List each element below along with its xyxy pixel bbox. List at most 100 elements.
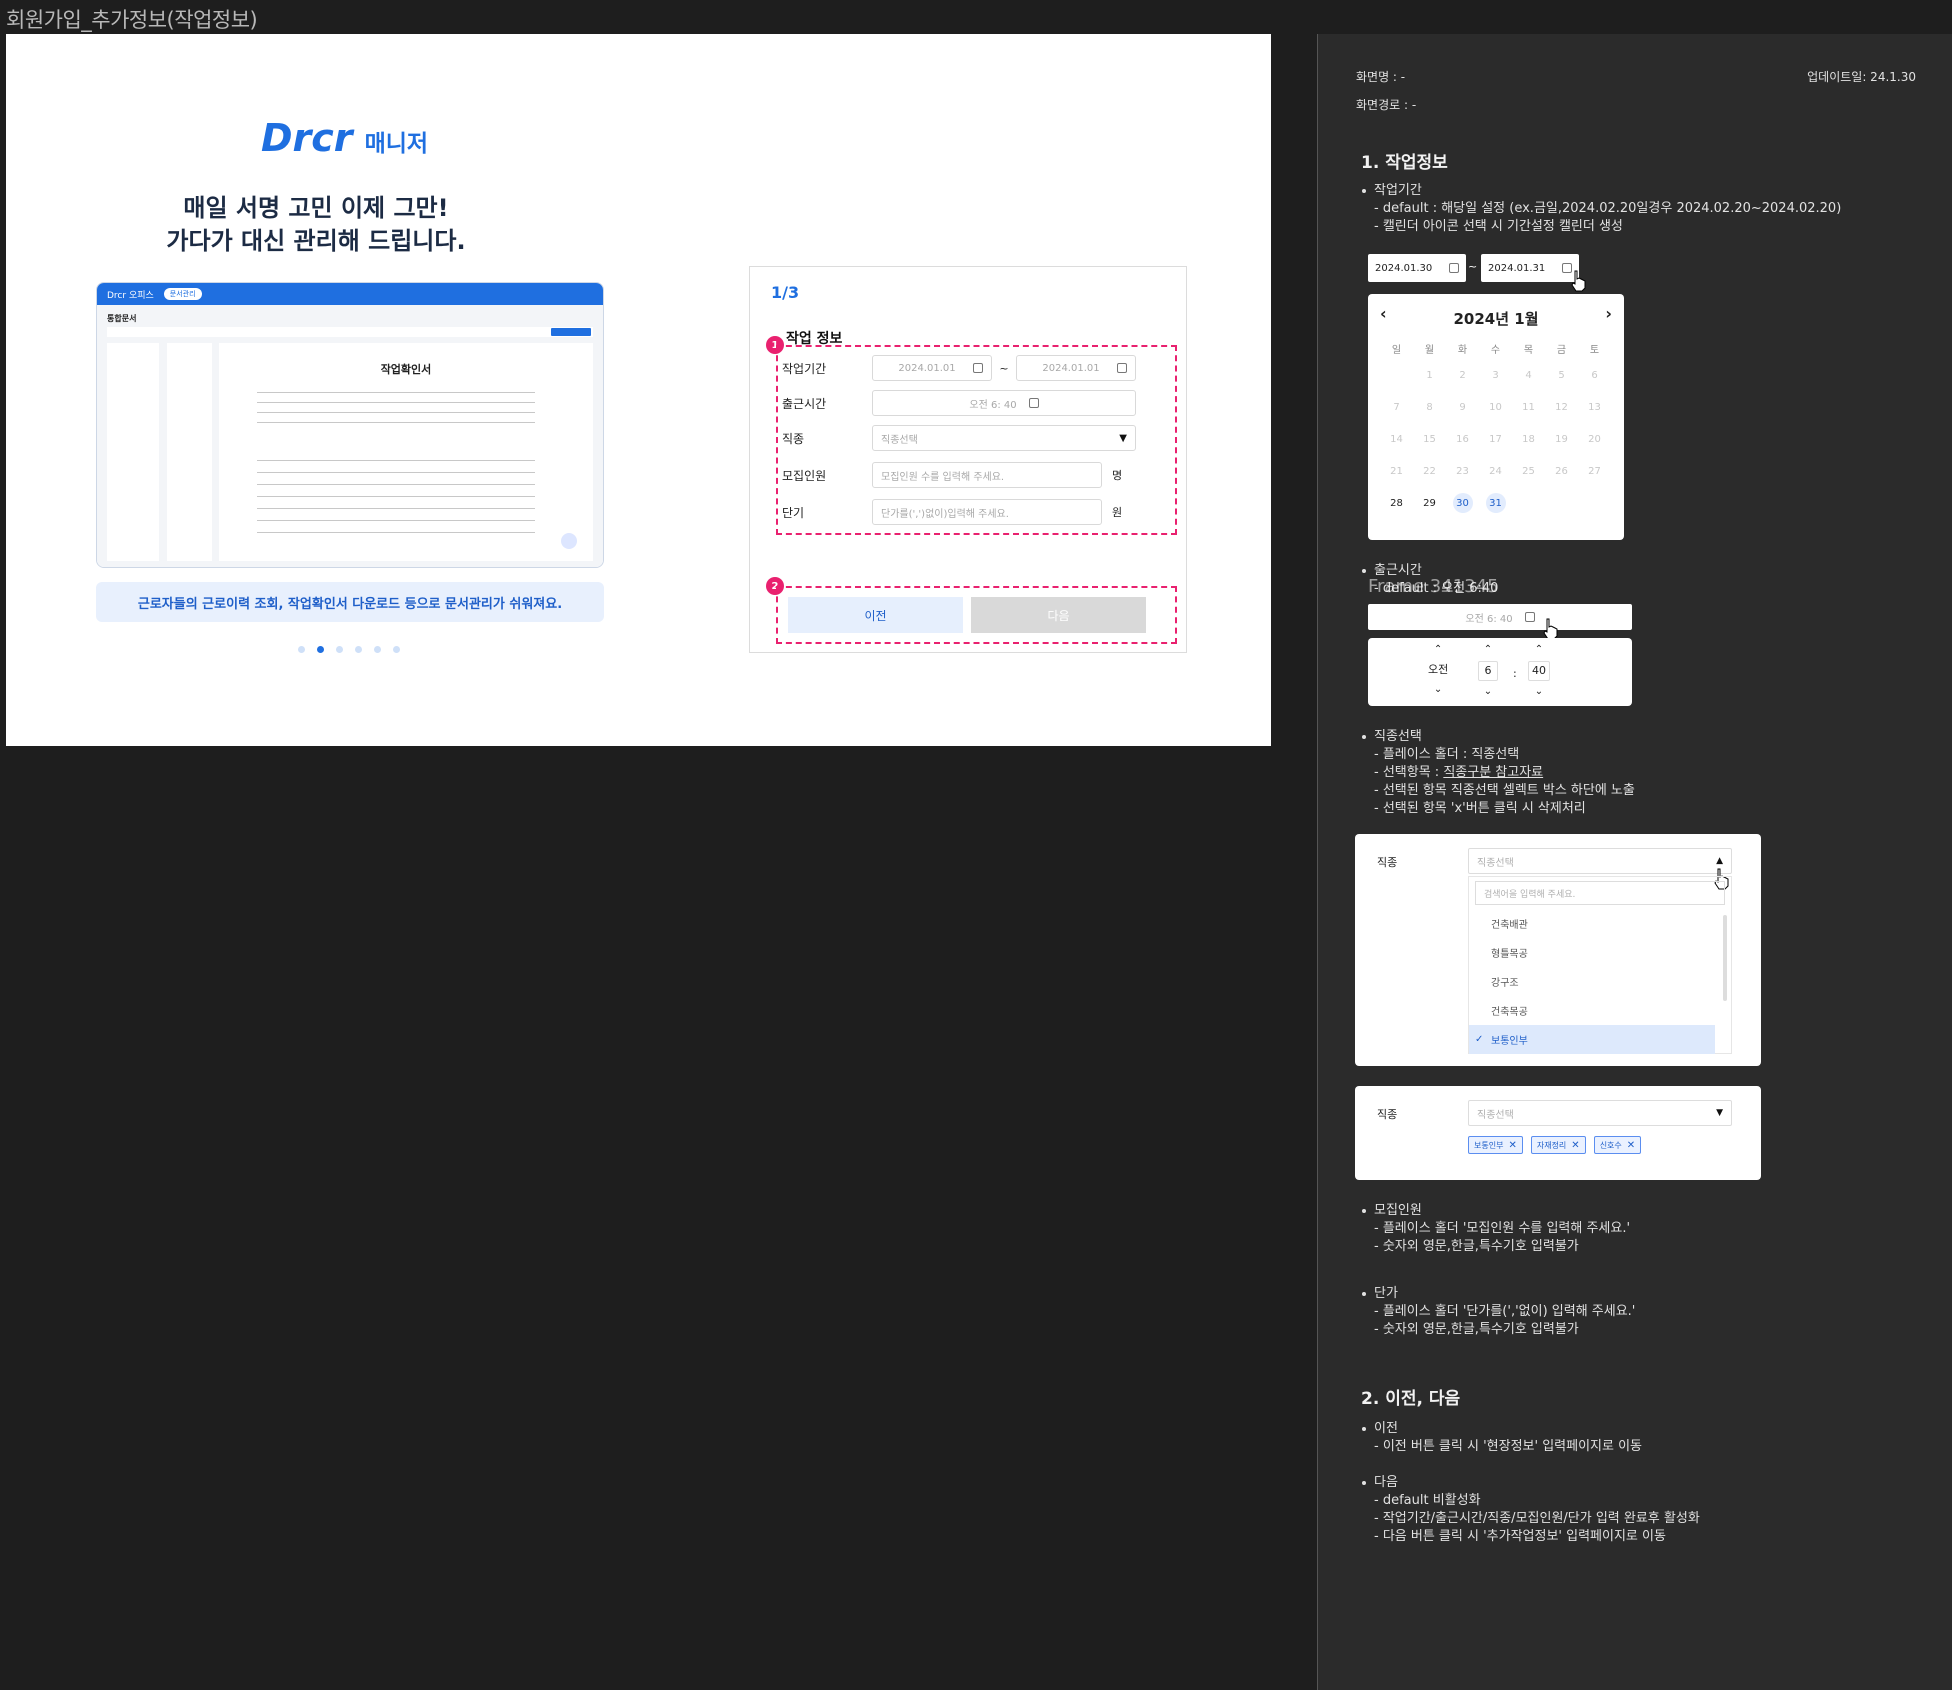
job-select[interactable]: 직종선택 ▼ [872,425,1136,451]
calendar-weekday: 일 [1391,344,1402,356]
calendar-day[interactable]: 19 [1545,424,1578,454]
calendar-day[interactable]: 3 [1479,360,1512,390]
calendar-day[interactable]: 16 [1446,424,1479,454]
calendar-day[interactable]: 12 [1545,392,1578,422]
dropdown-arrow-icon: ▼ [1119,432,1127,444]
job-option[interactable]: 건축배관 [1469,909,1715,938]
spec-date-to-input[interactable]: 2024.01.31 [1481,254,1579,282]
calendar-day[interactable]: 21 [1380,456,1413,486]
next-button[interactable]: 다음 [971,597,1146,633]
frame-title: 회원가입_추가정보(작업정보) [6,8,258,32]
job-dropdown-example: 직종 직종선택 ▲ 검색어을 입력해 주세요. 건축배관 형틀목공 강구조 건축목공 ✓ 보… [1355,834,1761,1066]
remove-chip-icon[interactable]: ✕ [1508,1140,1516,1151]
dropdown-arrow-icon: ▼ [1716,1108,1723,1118]
calendar-day-selected[interactable]: 30 [1452,493,1473,513]
calendar-day[interactable]: 24 [1479,456,1512,486]
job-search-input[interactable]: 검색어을 입력해 주세요. [1475,881,1725,905]
job-options-panel: 검색어을 입력해 주세요. 건축배관 형틀목공 강구조 건축목공 ✓ 보통인부 [1468,876,1732,1054]
spec-date-from-input[interactable]: 2024.01.30 [1368,254,1466,282]
calendar-weekday: 화 [1457,344,1468,356]
job-option-selected[interactable]: ✓ 보통인부 [1469,1025,1715,1054]
calendar-day[interactable]: 29 [1413,488,1446,518]
calendar-day[interactable]: 14 [1380,424,1413,454]
prev-button[interactable]: 이전 [788,597,963,633]
calendar-weekday: 토 [1589,344,1600,356]
preview-sidebar [107,343,159,561]
screen-path: 화면경로 : - [1356,98,1417,112]
calendar-day[interactable]: 9 [1446,392,1479,422]
calendar-next-icon[interactable]: › [1605,304,1612,323]
clock-calendar-icon[interactable] [1524,612,1535,622]
remove-chip-icon[interactable]: ✕ [1627,1140,1635,1151]
calendar-day[interactable]: 23 [1446,456,1479,486]
preview-body: 통합문서 작업확인서 [97,305,603,567]
recruit-label: 모집인원 [782,468,827,483]
calendar-day[interactable]: 11 [1512,392,1545,422]
calendar-day[interactable]: 26 [1545,456,1578,486]
price-input[interactable]: 단가를(',')없이)입력해 주세요. [872,499,1102,525]
calendar-day-selected[interactable]: 31 [1485,493,1506,513]
calendar-day[interactable]: 2 [1446,360,1479,390]
hour-spinner[interactable]: ⌃ 6 ⌄ [1478,644,1498,698]
recruit-input[interactable]: 모집인원 수를 입력해 주세요. [872,462,1102,488]
job-chip: 신호수 ✕ [1593,1136,1642,1154]
calendar-day[interactable]: 15 [1413,424,1446,454]
recruit-row: 모집인원 모집인원 수를 입력해 주세요. 명 [782,462,1122,488]
price-row: 단기 단가를(',')없이)입력해 주세요. 원 [782,499,1122,525]
calendar-day[interactable]: 6 [1578,360,1611,390]
spec-prev: 이전 - 이전 버튼 클릭 시 '현장정보' 입력페이지로 이동 [1362,1420,1642,1456]
calendar-day[interactable]: 31 [1479,488,1512,518]
minute-spinner[interactable]: ⌃ 40 ⌄ [1528,644,1550,698]
preview-document: 작업확인서 [219,343,593,561]
calendar-day[interactable]: 25 [1512,456,1545,486]
calendar-day[interactable]: 4 [1512,360,1545,390]
time-picker: ⌃ 오전 ⌄ ⌃ 6 ⌄ : ⌃ 40 ⌄ [1368,638,1632,706]
clock-calendar-icon[interactable] [1028,398,1039,408]
options-scrollbar[interactable] [1723,915,1727,1001]
job-option[interactable]: 건축목공 [1469,996,1715,1025]
period-end-input[interactable]: 2024.01.01 [1016,355,1136,381]
calendar-day[interactable]: 28 [1380,488,1413,518]
calendar-day[interactable]: 17 [1479,424,1512,454]
calendar-month: 2024년 1월 [1453,310,1539,328]
calendar-icon[interactable] [1449,263,1459,273]
remove-chip-icon[interactable]: ✕ [1571,1140,1579,1151]
carousel-dots [298,646,400,653]
job-select-open[interactable]: 직종선택 ▲ [1468,848,1732,874]
calendar-day[interactable]: 22 [1413,456,1446,486]
headline-line-2: 가다가 대신 관리해 드립니다. [166,227,466,255]
period-start-input[interactable]: 2024.01.01 [872,355,992,381]
carousel-dot[interactable] [393,646,400,653]
calendar-day[interactable]: 27 [1578,456,1611,486]
period-separator: ~ [999,361,1009,375]
carousel-dot[interactable] [336,646,343,653]
carousel-dot-active[interactable] [317,646,324,653]
job-select-closed[interactable]: 직종선택 ▼ [1468,1100,1732,1126]
calendar-day[interactable]: 7 [1380,392,1413,422]
calendar-day[interactable]: 5 [1545,360,1578,390]
start-time-input[interactable]: 오전 6: 40 [872,390,1136,416]
spec-time-input[interactable]: 오전 6: 40 [1368,604,1632,630]
carousel-dot[interactable] [355,646,362,653]
calendar-day[interactable]: 8 [1413,392,1446,422]
calendar-day[interactable]: 1 [1413,360,1446,390]
spec-period: 작업기간 - default : 해당일 설정 (ex.금일,2024.02.2… [1362,182,1841,236]
job-reference-link[interactable]: 직종구분 참고자료 [1443,765,1543,780]
calendar-day[interactable]: 13 [1578,392,1611,422]
calendar-day[interactable]: 18 [1512,424,1545,454]
calendar-icon[interactable] [973,363,983,373]
calendar-day[interactable]: 20 [1578,424,1611,454]
ampm-spinner[interactable]: ⌃ 오전 ⌄ [1428,644,1448,696]
calendar-day[interactable]: 30 [1446,488,1479,518]
job-option[interactable]: 형틀목공 [1469,938,1715,967]
period-row: 작업기간 2024.01.01 ~ 2024.01.01 [782,355,1136,381]
calendar-day[interactable]: 10 [1479,392,1512,422]
job-option[interactable]: 강구조 [1469,967,1715,996]
job-chip: 자재정리 ✕ [1530,1136,1586,1154]
calendar-weekday: 수 [1490,344,1501,356]
carousel-dot[interactable] [374,646,381,653]
job-row: 직종 직종선택 ▼ [782,425,1136,451]
job-label: 직종 [1377,856,1398,869]
calendar-icon[interactable] [1117,363,1127,373]
carousel-dot[interactable] [298,646,305,653]
